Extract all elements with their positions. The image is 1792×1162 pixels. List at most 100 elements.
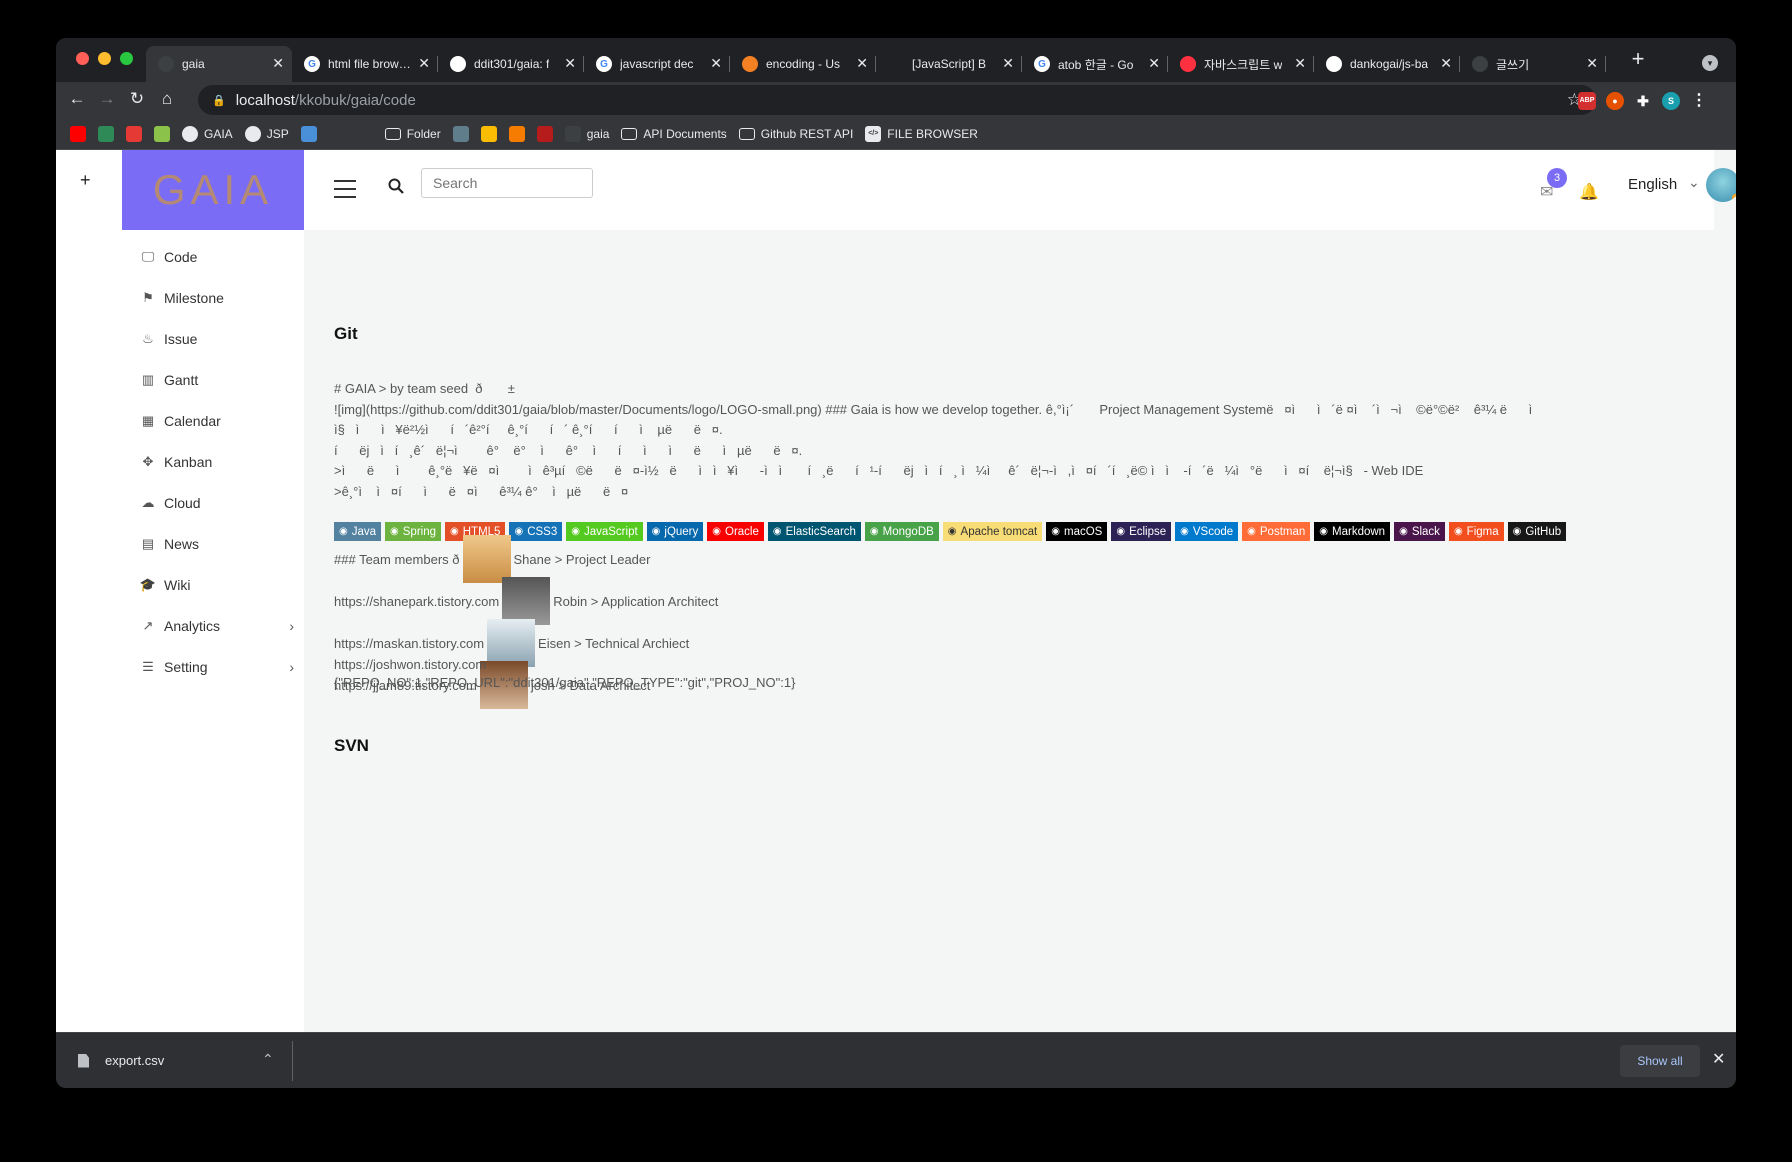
sidebar-item-milestone[interactable]: ⚑ Milestone bbox=[140, 283, 300, 313]
left-rail: + bbox=[56, 150, 122, 1032]
sidebar-item-news[interactable]: ▤ News bbox=[140, 529, 300, 559]
download-item[interactable]: export.csv bbox=[78, 1053, 164, 1068]
bookmark-item[interactable]: gaia bbox=[564, 125, 609, 142]
bookmark-item[interactable]: Folder bbox=[384, 127, 441, 141]
user-avatar[interactable] bbox=[1706, 168, 1736, 202]
search-input[interactable] bbox=[421, 168, 593, 198]
sidebar-item-label: Analytics bbox=[164, 618, 221, 634]
readme-line: # GAIA > by team seed ð ± bbox=[334, 381, 515, 396]
browser-tab[interactable]: Gjavascript dec ✕ bbox=[584, 46, 730, 82]
extension-icon[interactable]: ● bbox=[1606, 92, 1624, 110]
add-project-button[interactable]: + bbox=[80, 170, 91, 191]
browser-tab[interactable]: encoding - Us ✕ bbox=[730, 46, 876, 82]
chevron-up-icon[interactable]: ⌃ bbox=[262, 1051, 274, 1068]
close-tab-icon[interactable]: ✕ bbox=[1294, 56, 1306, 70]
member-prefix[interactable]: https://shanepark.tistory.com bbox=[334, 594, 499, 609]
browser-window: gaia ✕ Ghtml file browser ✕ ddit301/gaia: f ✕… bbox=[56, 38, 1736, 1088]
show-all-button[interactable]: Show all bbox=[1620, 1045, 1700, 1077]
bookmark-item[interactable] bbox=[98, 125, 114, 142]
signpost-icon: ⚑ bbox=[142, 290, 154, 305]
sidebar-item-kanban[interactable]: ✥ Kanban bbox=[140, 447, 300, 477]
bookmark-item[interactable]: JSP bbox=[244, 125, 289, 142]
home-icon[interactable]: ⌂ bbox=[156, 89, 178, 109]
bookmark-item[interactable] bbox=[480, 125, 497, 142]
tab-title: gaia bbox=[182, 57, 205, 71]
browser-tab[interactable]: dankogai/js-ba ✕ bbox=[1314, 46, 1460, 82]
close-window-button[interactable] bbox=[76, 52, 89, 65]
bookmark-item[interactable] bbox=[356, 125, 373, 142]
sidebar-item-gantt[interactable]: ▥ Gantt bbox=[140, 365, 300, 395]
sidebar-item-calendar[interactable]: ▦ Calendar bbox=[140, 406, 300, 436]
bookmark-item[interactable] bbox=[536, 125, 553, 142]
close-tab-icon[interactable]: ✕ bbox=[710, 56, 722, 70]
monitor-icon: 🖵 bbox=[141, 249, 155, 264]
bookmark-item[interactable] bbox=[508, 125, 525, 142]
team-member-row: https://shanepark.tistory.com Robin > App… bbox=[334, 577, 718, 625]
bookmark-item[interactable] bbox=[70, 125, 86, 142]
tistory-icon bbox=[1472, 56, 1488, 72]
bookmark-item[interactable] bbox=[154, 125, 170, 142]
sidebar-item-cloud[interactable]: ☁ Cloud bbox=[140, 488, 300, 518]
close-tab-icon[interactable]: ✕ bbox=[1440, 56, 1452, 70]
member-name: Shane > Project Leader bbox=[513, 551, 651, 567]
address-bar[interactable]: 🔒 localhost/kkobuk/gaia/code ☆ bbox=[198, 85, 1596, 115]
reload-icon[interactable]: ↻ bbox=[126, 89, 148, 109]
bookmark-item[interactable] bbox=[126, 125, 142, 142]
browser-tab[interactable]: 자바스크립트 w ✕ bbox=[1168, 46, 1314, 82]
minimize-window-button[interactable] bbox=[98, 52, 111, 65]
close-icon[interactable]: ✕ bbox=[1712, 1049, 1725, 1069]
bookmark-item[interactable]: API Documents bbox=[621, 127, 727, 141]
member-link[interactable]: https://joshwon.tistory.com bbox=[334, 657, 486, 672]
sidebar-item-code[interactable]: 🖵 Code bbox=[140, 242, 300, 272]
sidebar-item-wiki[interactable]: 🎓 Wiki bbox=[140, 570, 300, 600]
puzzle-icon[interactable]: ✚ bbox=[1634, 92, 1652, 110]
browser-tab[interactable]: 글쓰기 ✕ bbox=[1460, 46, 1606, 82]
tech-badge-label: ElasticSearch bbox=[785, 525, 856, 538]
chevron-down-icon[interactable]: ⌄ bbox=[1688, 174, 1700, 191]
bookmark-item[interactable] bbox=[452, 125, 469, 142]
tab-search-icon[interactable]: ▾ bbox=[1702, 55, 1718, 71]
browser-tab[interactable]: gaia ✕ bbox=[146, 46, 292, 82]
search-icon[interactable] bbox=[388, 178, 404, 194]
sidebar-item-analytics[interactable]: ↗ Analytics › bbox=[140, 611, 300, 641]
close-tab-icon[interactable]: ✕ bbox=[1586, 56, 1598, 70]
sidebar-item-setting[interactable]: ☰ Setting › bbox=[140, 652, 300, 682]
bookmark-item[interactable] bbox=[328, 125, 345, 142]
close-tab-icon[interactable]: ✕ bbox=[1002, 56, 1014, 70]
browser-tab[interactable]: ddit301/gaia: f ✕ bbox=[438, 46, 584, 82]
bookmark-item[interactable] bbox=[300, 125, 317, 142]
hamburger-menu-icon[interactable] bbox=[334, 180, 356, 204]
close-tab-icon[interactable]: ✕ bbox=[272, 56, 284, 70]
new-tab-button[interactable]: + bbox=[1623, 46, 1653, 72]
app-icon bbox=[536, 125, 553, 142]
close-tab-icon[interactable]: ✕ bbox=[1148, 56, 1160, 70]
member-prefix[interactable]: https://maskan.tistory.com bbox=[334, 636, 484, 651]
browser-tab[interactable]: Ghtml file browser ✕ bbox=[292, 46, 438, 82]
profile-avatar[interactable]: S bbox=[1662, 92, 1680, 110]
close-tab-icon[interactable]: ✕ bbox=[856, 56, 868, 70]
forward-icon[interactable]: → bbox=[96, 89, 118, 109]
tech-badge-label: Markdown bbox=[1332, 525, 1386, 538]
maximize-window-button[interactable] bbox=[120, 52, 133, 65]
tab-title: html file browser bbox=[328, 57, 412, 71]
bookmark-label: Github REST API bbox=[760, 126, 854, 141]
bookmark-item[interactable]: Github REST API bbox=[738, 126, 854, 141]
close-tab-icon[interactable]: ✕ bbox=[564, 56, 576, 70]
adblock-icon[interactable]: ABP bbox=[1578, 92, 1596, 110]
tech-badge-label: GitHub bbox=[1525, 525, 1562, 538]
bookmark-item[interactable]: GAIA bbox=[182, 125, 233, 142]
bell-icon[interactable]: 🔔 bbox=[1579, 182, 1599, 202]
tech-badge: ◉ Slack bbox=[1394, 522, 1445, 541]
language-selector[interactable]: English bbox=[1628, 176, 1677, 193]
bookmark-item[interactable]: </> FILE BROWSER bbox=[865, 125, 978, 142]
browser-tab[interactable]: [JavaScript] B ✕ bbox=[876, 46, 1022, 82]
kebab-menu-icon[interactable]: ⋮ bbox=[1690, 92, 1708, 110]
sidebar-item-label: Wiki bbox=[164, 577, 191, 593]
gaia-logo[interactable]: GAIA bbox=[122, 150, 304, 230]
browser-tab[interactable]: Gatob 한글 - Go ✕ bbox=[1022, 46, 1168, 82]
back-icon[interactable]: ← bbox=[66, 89, 88, 109]
url-host: localhost bbox=[235, 91, 295, 109]
close-tab-icon[interactable]: ✕ bbox=[418, 56, 430, 70]
tech-badge-label: Oracle bbox=[725, 525, 759, 538]
sidebar-item-issue[interactable]: ♨ Issue bbox=[140, 324, 300, 354]
